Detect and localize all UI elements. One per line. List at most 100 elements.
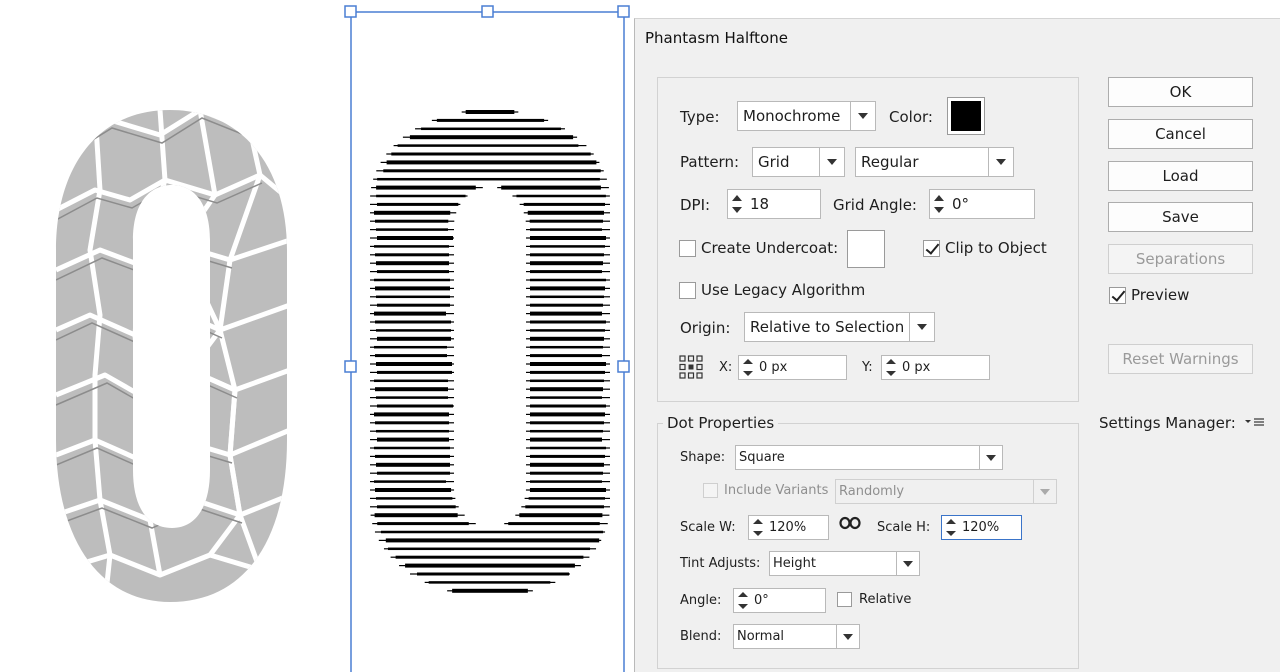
dpi-stepper[interactable]: 18 (727, 189, 821, 219)
halftone-line-tail (525, 220, 610, 222)
halftone-line-tail (370, 380, 454, 382)
blend-select[interactable]: Normal (733, 624, 860, 649)
angle-stepper[interactable]: 0° (733, 588, 826, 613)
undercoat-swatch[interactable] (847, 230, 885, 268)
halftone-line-tail (447, 590, 533, 592)
halftone-line-tail (370, 220, 455, 222)
clip-to-object-checkbox[interactable] (923, 240, 940, 257)
pattern-style-select-value: Regular (861, 153, 919, 171)
halftone-line-tail (370, 237, 454, 239)
settings-menu-icon[interactable] (1245, 417, 1265, 429)
link-icon[interactable] (839, 516, 861, 530)
stepper-arrows-icon[interactable] (728, 190, 746, 218)
artboard-canvas[interactable] (0, 0, 636, 672)
stepper-arrows-icon[interactable] (882, 356, 900, 379)
halftone-line-tail (526, 397, 610, 399)
halftone-line-tail (526, 439, 610, 441)
tint-adjusts-select-value: Height (773, 556, 816, 571)
halftone-line-tail (526, 262, 610, 264)
chevron-down-icon (1033, 480, 1056, 503)
shape-select[interactable]: Square (735, 445, 1003, 470)
halftone-line-tail (526, 338, 610, 340)
cancel-button[interactable]: Cancel (1108, 119, 1253, 149)
dpi-value: 18 (750, 195, 770, 213)
halftone-line-tail (370, 388, 454, 390)
scale-h-stepper[interactable]: 120% (941, 515, 1022, 540)
variants-select[interactable]: Randomly (835, 479, 1057, 504)
halftone-line-tail (370, 304, 454, 306)
halftone-line-tail (526, 237, 610, 239)
halftone-line-tail (526, 346, 610, 348)
save-button[interactable]: Save (1108, 202, 1253, 232)
dialog-title: Phantasm Halftone (645, 29, 788, 47)
x-value: 0 px (759, 360, 788, 375)
halftone-line-tail (410, 573, 570, 575)
halftone-line-tail (523, 212, 610, 214)
halftone-line-tail (370, 481, 454, 483)
halftone-line-tail (526, 380, 610, 382)
create-undercoat-label: Create Undercoat: (701, 239, 839, 257)
scale-w-stepper[interactable]: 120% (748, 515, 829, 540)
pattern-style-select[interactable]: Regular (855, 147, 1014, 177)
separations-button[interactable]: Separations (1108, 244, 1253, 274)
scale-h-value: 120% (962, 520, 1000, 535)
pattern-select[interactable]: Grid (752, 147, 845, 177)
origin-select[interactable]: Relative to Selection (744, 312, 935, 342)
halftone-line-tail (370, 497, 456, 499)
reset-warnings-button[interactable]: Reset Warnings (1108, 344, 1253, 374)
settings-manager-label: Settings Manager: (1099, 414, 1236, 432)
halftone-line-tail (370, 405, 454, 407)
halftone-line-tail (526, 363, 610, 365)
y-label: Y: (862, 360, 873, 375)
halftone-line-tail (370, 472, 454, 474)
preview-checkbox[interactable] (1109, 287, 1126, 304)
halftone-line-tail (370, 439, 454, 441)
relative-checkbox[interactable] (837, 592, 852, 607)
halftone-line-tail (370, 489, 455, 491)
halftone-line-tail (526, 388, 610, 390)
shape-label: Shape: (680, 450, 726, 465)
halftone-line-tail (370, 271, 454, 273)
create-undercoat-checkbox[interactable] (679, 240, 696, 257)
stepper-arrows-icon[interactable] (749, 516, 767, 539)
dot-properties-legend: Dot Properties (663, 414, 779, 432)
halftone-line-tail (370, 321, 454, 323)
grid-angle-stepper[interactable]: 0° (929, 189, 1035, 219)
load-button[interactable]: Load (1108, 161, 1253, 191)
grid-angle-label: Grid Angle: (833, 196, 917, 214)
halftone-line-tail (370, 262, 454, 264)
selection-handle-middle-right (617, 360, 630, 373)
chevron-down-icon (979, 446, 1002, 469)
tint-adjusts-select[interactable]: Height (769, 551, 920, 576)
color-swatch[interactable] (947, 97, 985, 135)
use-legacy-algorithm-checkbox[interactable] (679, 282, 696, 299)
halftone-line-tail (370, 212, 457, 214)
stepper-arrows-icon[interactable] (942, 516, 960, 539)
include-variants-checkbox[interactable] (703, 483, 718, 498)
halftone-line-tail (370, 245, 454, 247)
stepper-arrows-icon[interactable] (930, 190, 948, 218)
origin-select-value: Relative to Selection (750, 318, 905, 336)
halftone-line-tail (374, 531, 606, 533)
selection-handle-top-right (617, 5, 630, 18)
chevron-down-icon (819, 148, 844, 176)
halftone-line-tail (370, 413, 454, 415)
ok-button[interactable]: OK (1108, 77, 1253, 107)
halftone-line-tail (526, 321, 610, 323)
halftone-line-tail (504, 523, 608, 525)
y-stepper[interactable]: 0 px (881, 355, 990, 380)
halftone-line-tail (526, 481, 610, 483)
chevron-down-icon (988, 148, 1013, 176)
halftone-line-tail (393, 145, 587, 147)
dpi-label: DPI: (680, 196, 711, 214)
x-stepper[interactable]: 0 px (738, 355, 847, 380)
phantasm-halftone-dialog: Phantasm Halftone Type: Monochrome Color… (634, 18, 1280, 672)
chevron-down-icon (850, 102, 875, 130)
type-select[interactable]: Monochrome (737, 101, 876, 131)
halftone-line-tail (519, 203, 610, 205)
halftone-line-tail (526, 464, 610, 466)
stepper-arrows-icon[interactable] (734, 589, 752, 612)
halftone-line-tail (497, 187, 609, 189)
origin-grid-icon[interactable] (679, 355, 703, 379)
stepper-arrows-icon[interactable] (739, 356, 757, 379)
